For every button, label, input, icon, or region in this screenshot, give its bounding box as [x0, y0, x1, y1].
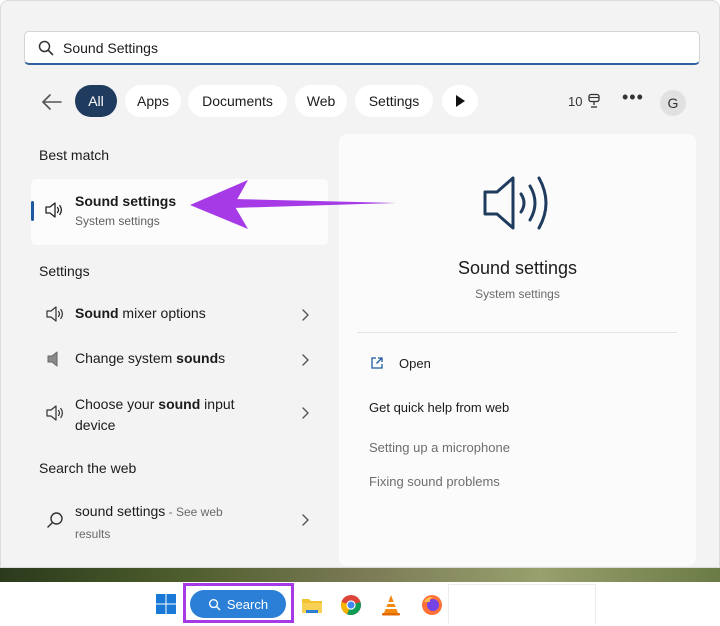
- tab-documents[interactable]: Documents: [188, 85, 287, 117]
- settings-item-label: Choose your sound input device: [75, 396, 235, 433]
- chevron-right-icon: [302, 514, 309, 526]
- tab-apps[interactable]: Apps: [125, 85, 181, 117]
- preview-subtitle: System settings: [475, 287, 560, 301]
- search-icon: [47, 512, 63, 528]
- speaker-icon: [483, 176, 548, 230]
- selection-indicator: [31, 201, 34, 221]
- search-input[interactable]: Sound Settings: [24, 31, 700, 65]
- rewards-count-value: 10: [568, 93, 583, 109]
- open-button[interactable]: Open: [369, 355, 431, 371]
- speaker-icon: [45, 202, 63, 218]
- best-match-title: Sound settings: [75, 193, 177, 209]
- more-options-icon[interactable]: •••: [622, 87, 644, 108]
- divider: [357, 332, 677, 333]
- preview-title: Sound settings: [457, 258, 578, 278]
- search-icon: [208, 598, 221, 610]
- tab-all[interactable]: All: [75, 85, 117, 117]
- more-filters-button[interactable]: [442, 85, 478, 117]
- settings-item-sound-mixer[interactable]: Sound mixer options: [31, 301, 328, 327]
- help-link-microphone[interactable]: Setting up a microphone: [369, 440, 510, 455]
- play-icon: [456, 95, 465, 107]
- speaker-icon: [46, 306, 63, 322]
- web-search-item[interactable]: sound settings - See web results: [31, 500, 328, 544]
- start-search-panel: Sound Settings All Apps Documents Web Se…: [0, 0, 720, 568]
- chevron-right-icon: [302, 354, 309, 366]
- firefox-icon[interactable]: [420, 593, 444, 617]
- taskbar: Search: [0, 582, 720, 626]
- speaker-icon: [46, 405, 63, 421]
- speaker-muted-icon: [47, 351, 58, 367]
- preview-pane: Sound settings System settings Open Get …: [339, 134, 696, 566]
- tab-settings[interactable]: Settings: [355, 85, 433, 117]
- help-link-sound-problems[interactable]: Fixing sound problems: [369, 474, 500, 489]
- best-match-heading: Best match: [39, 147, 110, 163]
- settings-item-sound-input[interactable]: Choose your sound input device: [31, 393, 328, 437]
- chevron-right-icon: [302, 309, 309, 321]
- desktop-wallpaper: [0, 568, 720, 582]
- quick-help-heading: Get quick help from web: [369, 400, 510, 415]
- file-explorer-icon[interactable]: [300, 593, 324, 617]
- vlc-icon[interactable]: [379, 593, 403, 617]
- best-match-subtitle: System settings: [75, 214, 160, 228]
- settings-item-label: Sound mixer options: [75, 305, 206, 321]
- open-external-icon: [371, 357, 383, 369]
- web-search-label: sound settings - See web results: [75, 503, 223, 541]
- settings-item-system-sounds[interactable]: Change system sounds: [31, 346, 328, 372]
- best-match-item[interactable]: Sound settings System settings: [31, 179, 328, 245]
- open-label: Open: [399, 355, 431, 371]
- taskbar-search-label: Search: [226, 596, 269, 612]
- chevron-right-icon: [302, 407, 309, 419]
- taskbar-search-button[interactable]: Search: [190, 590, 286, 618]
- trophy-icon: [588, 93, 601, 108]
- settings-item-label: Change system sounds: [75, 350, 226, 366]
- chrome-icon[interactable]: [339, 593, 363, 617]
- taskbar-blank-area: [448, 584, 596, 624]
- rewards-count[interactable]: 10: [568, 93, 602, 109]
- search-input-value: Sound Settings: [63, 39, 158, 56]
- windows-logo-icon[interactable]: [155, 593, 177, 615]
- back-arrow-icon[interactable]: [39, 89, 65, 115]
- filter-bar: All Apps Documents Web Settings 10 ••• G: [1, 83, 720, 121]
- settings-heading: Settings: [39, 263, 90, 279]
- search-web-heading: Search the web: [39, 460, 137, 476]
- avatar[interactable]: G: [660, 90, 686, 116]
- search-icon: [38, 40, 54, 55]
- tab-web[interactable]: Web: [295, 85, 347, 117]
